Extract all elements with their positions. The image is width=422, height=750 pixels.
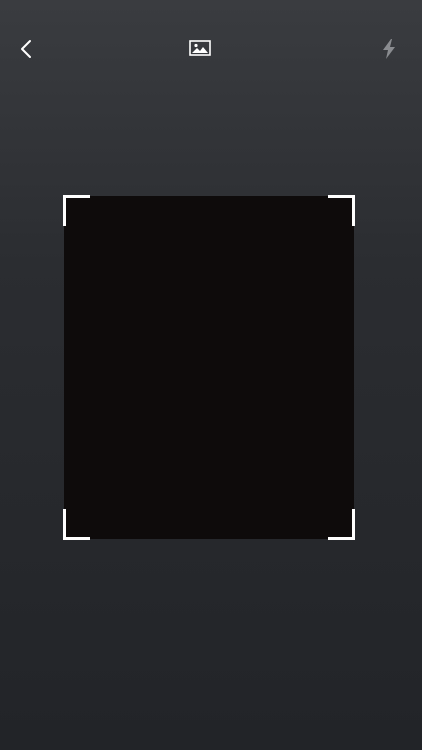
chevron-left-icon <box>21 40 31 58</box>
back-button[interactable] <box>12 34 40 64</box>
flash-icon <box>383 39 395 59</box>
scanner-viewfinder <box>63 195 355 540</box>
frame-corner-bottom-right <box>328 509 355 540</box>
frame-corner-top-left <box>63 195 90 226</box>
image-icon <box>189 40 211 56</box>
gallery-button[interactable] <box>186 36 214 60</box>
frame-corner-top-right <box>328 195 355 226</box>
top-toolbar <box>0 0 422 96</box>
frame-corner-bottom-left <box>63 509 90 540</box>
flash-button[interactable] <box>374 34 404 64</box>
